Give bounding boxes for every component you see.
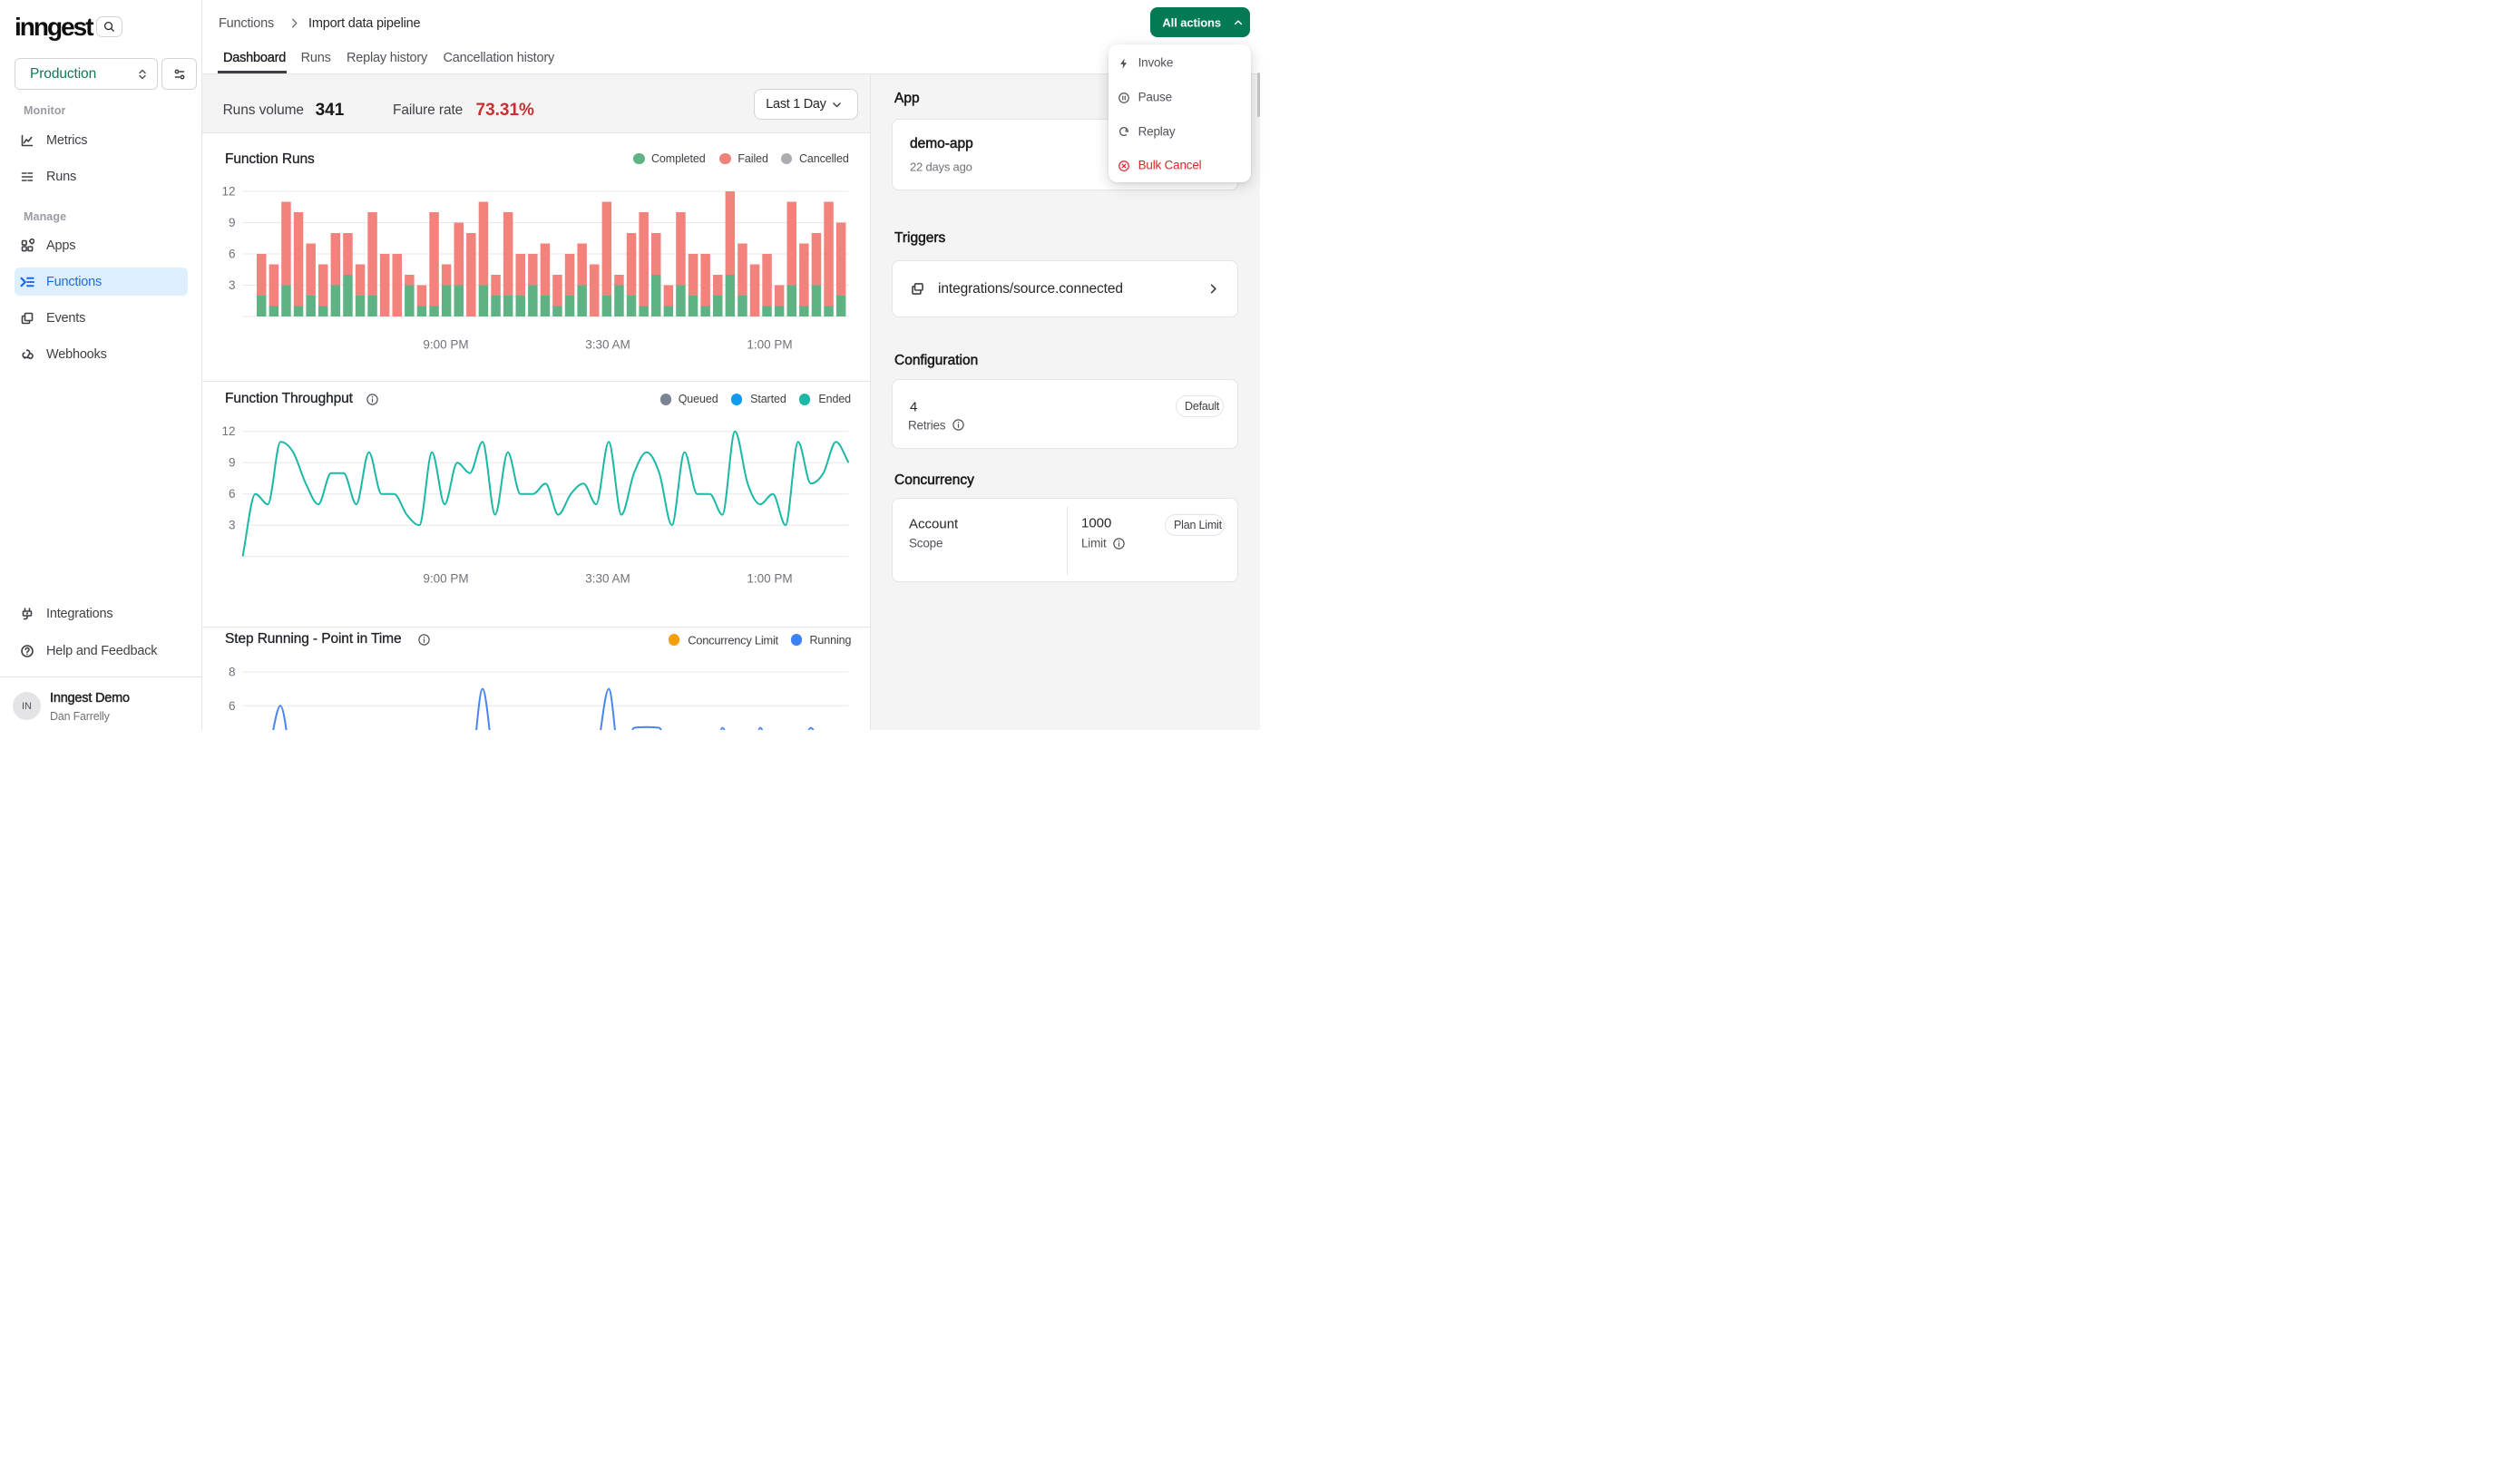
svg-text:1:00 PM: 1:00 PM — [747, 338, 792, 352]
svg-text:3: 3 — [229, 278, 236, 292]
svg-text:8: 8 — [229, 666, 236, 679]
svg-text:9: 9 — [229, 216, 236, 229]
svg-text:3:30 AM: 3:30 AM — [585, 572, 630, 586]
svg-text:12: 12 — [221, 185, 235, 199]
svg-text:6: 6 — [229, 248, 236, 261]
svg-text:6: 6 — [229, 487, 236, 501]
svg-text:12: 12 — [221, 424, 235, 438]
svg-text:1:00 PM: 1:00 PM — [747, 572, 792, 586]
svg-text:9:00 PM: 9:00 PM — [423, 338, 468, 352]
svg-text:9:00 PM: 9:00 PM — [423, 572, 468, 586]
svg-text:3: 3 — [229, 519, 236, 532]
svg-text:3:30 AM: 3:30 AM — [585, 338, 630, 352]
svg-text:9: 9 — [229, 456, 236, 470]
svg-text:6: 6 — [229, 699, 236, 713]
